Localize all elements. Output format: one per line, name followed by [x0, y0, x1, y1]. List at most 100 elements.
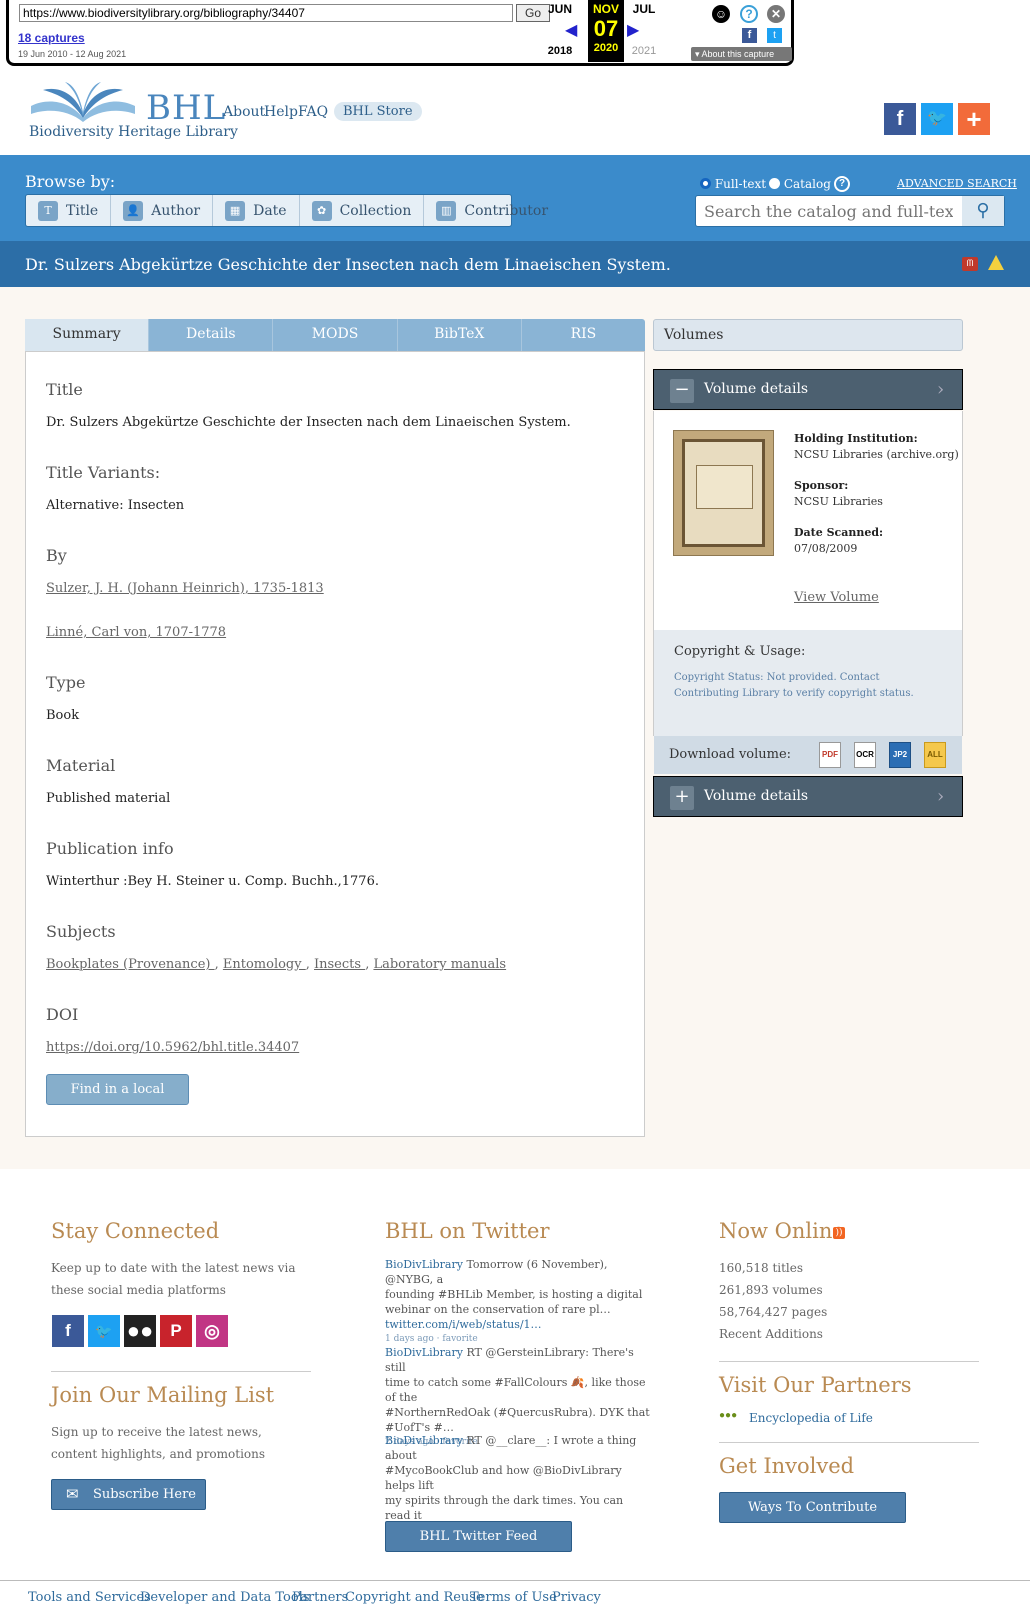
radio-full-text[interactable]: Full-text: [700, 177, 766, 191]
title-variants-value: Alternative: Insecten: [46, 498, 185, 513]
tweet-user-link[interactable]: BioDivLibrary: [385, 1346, 463, 1359]
instagram-icon[interactable]: ◎: [196, 1315, 228, 1347]
chevron-right-icon: ›: [937, 786, 945, 807]
twitter-icon[interactable]: 🐦: [921, 103, 953, 135]
browse-tab-date[interactable]: ▦ Date: [213, 195, 300, 226]
browse-tab-collection[interactable]: ✿ Collection: [300, 195, 425, 226]
tweet-status-link[interactable]: twitter.com/i/web/status/1…: [385, 1317, 650, 1332]
nav-faq[interactable]: FAQ: [298, 104, 328, 120]
browse-tab-title[interactable]: T Title: [26, 195, 112, 226]
expand-plus-icon[interactable]: +: [670, 786, 694, 810]
find-local-library-button[interactable]: Find in a local library: [46, 1074, 189, 1126]
bhl-logo-subtitle[interactable]: Biodiversity Heritage Library: [29, 124, 238, 140]
twitter-feed-button[interactable]: BHL Twitter Feed: [385, 1521, 572, 1552]
ocr-download-icon[interactable]: OCR: [854, 742, 876, 768]
user-icon[interactable]: ☺: [712, 5, 730, 23]
flickr-icon[interactable]: ●●: [124, 1315, 156, 1347]
now-online-heading: Now Online: [719, 1219, 845, 1243]
help-icon[interactable]: ?: [740, 5, 758, 23]
ways-to-contribute-button[interactable]: Ways To Contribute: [719, 1492, 906, 1523]
author-link-sulzer[interactable]: Sulzer, J. H. (Johann Heinrich), 1735-18…: [46, 581, 324, 596]
link-copyright-reuse[interactable]: Copyright and Reuse: [345, 1590, 484, 1605]
publication-info-label: Publication info: [46, 839, 174, 858]
pinterest-icon[interactable]: P: [160, 1315, 192, 1347]
sponsor-value: NCSU Libraries: [794, 495, 883, 508]
wayback-current-capture: NOV 07 2020: [588, 0, 624, 62]
tab-mods[interactable]: MODS: [273, 319, 398, 351]
date-scanned-value: 07/08/2009: [794, 542, 858, 555]
twitter-icon[interactable]: 🐦: [88, 1315, 120, 1347]
eol-link[interactable]: Encyclopedia of Life: [749, 1411, 873, 1425]
stay-connected-text: Keep up to date with the latest news via…: [51, 1261, 296, 1297]
addthis-plus-icon[interactable]: +: [958, 103, 990, 135]
subject-link-insects[interactable]: Insects: [314, 957, 365, 972]
volumes-header: Volumes: [653, 319, 963, 351]
tab-details[interactable]: Details: [149, 319, 274, 351]
facebook-icon[interactable]: f: [52, 1315, 84, 1347]
tab-summary[interactable]: Summary: [25, 319, 150, 351]
collapse-minus-icon[interactable]: −: [670, 379, 694, 403]
tweet-user-link[interactable]: BioDivLibrary: [385, 1434, 463, 1447]
link-tools-services[interactable]: Tools and Services: [28, 1590, 151, 1605]
subject-link-bookplates[interactable]: Bookplates (Provenance): [46, 957, 215, 972]
tab-ris[interactable]: RIS: [522, 319, 645, 351]
mailing-list-text: Sign up to receive the latest news, cont…: [51, 1425, 266, 1461]
volume-details-label: Volume details: [704, 788, 809, 804]
all-download-icon[interactable]: ALL: [924, 742, 946, 768]
bhl-logo-text[interactable]: BHL: [146, 88, 226, 128]
author-link-linne[interactable]: Linné, Carl von, 1707-1778: [46, 625, 226, 640]
link-partners[interactable]: Partners: [292, 1590, 348, 1605]
volume-details-expanded-bar[interactable]: − Volume details ›: [653, 369, 963, 410]
collection-icon: ✿: [311, 200, 332, 221]
link-privacy[interactable]: Privacy: [552, 1590, 601, 1605]
nav-bhl-store[interactable]: BHL Store: [334, 102, 422, 121]
view-volume-link[interactable]: View Volume: [794, 590, 879, 605]
browse-tab-author[interactable]: 👤 Author: [111, 195, 214, 226]
rss-icon[interactable]: )): [833, 1227, 845, 1239]
subscribe-button[interactable]: ✉ Subscribe Here: [51, 1479, 206, 1510]
facebook-icon[interactable]: f: [884, 103, 916, 135]
nav-help[interactable]: Help: [264, 104, 298, 120]
volume-cover-thumbnail[interactable]: [673, 430, 774, 556]
report-error-warning-icon[interactable]: [988, 255, 1004, 270]
twitter-share-icon[interactable]: t: [767, 28, 782, 43]
search-icon[interactable]: ⚲: [962, 196, 1004, 226]
copyright-section: Copyright & Usage: Copyright Status: Not…: [654, 630, 962, 736]
wayback-date-range: 19 Jun 2010 - 12 Aug 2021: [18, 49, 127, 59]
wayback-captures-link[interactable]: 18 captures: [18, 31, 85, 45]
pdf-download-icon[interactable]: PDF: [819, 742, 841, 768]
copyright-label: Copyright & Usage:: [674, 644, 806, 659]
link-developer-tools[interactable]: Developer and Data Tools: [140, 1590, 310, 1605]
recent-additions-link[interactable]: Recent Additions: [719, 1323, 823, 1345]
subject-link-laboratory-manuals[interactable]: Laboratory manuals: [373, 957, 506, 972]
wayback-prev-arrow-icon[interactable]: ◀: [565, 20, 577, 40]
wayback-cur-year: 2020: [593, 42, 619, 54]
tab-bibtex[interactable]: BibTeX: [398, 319, 522, 351]
wayback-next-month[interactable]: JUL: [626, 2, 662, 16]
subject-link-entomology[interactable]: Entomology: [223, 957, 306, 972]
browse-tab-contributor[interactable]: ▥ Contributor: [424, 195, 560, 226]
jp2-download-icon[interactable]: JP2: [889, 742, 911, 768]
divider: [719, 1442, 979, 1443]
nav-about[interactable]: About: [223, 104, 265, 120]
browse-label: Browse by:: [25, 172, 116, 191]
wayback-cur-month: NOV: [592, 2, 619, 16]
get-involved-heading: Get Involved: [719, 1454, 855, 1478]
tweet-user-link[interactable]: BioDivLibrary: [385, 1258, 463, 1271]
doi-link[interactable]: https://doi.org/10.5962/bhl.title.34407: [46, 1040, 299, 1055]
bhl-book-logo-icon[interactable]: [29, 80, 137, 122]
wayback-url-input[interactable]: [19, 4, 513, 22]
close-icon[interactable]: ✕: [767, 5, 785, 23]
radio-catalog[interactable]: Catalog: [769, 177, 831, 191]
wayback-next-arrow-icon[interactable]: ▶: [627, 20, 639, 40]
search-help-icon[interactable]: ?: [834, 176, 850, 192]
mendeley-icon[interactable]: ᗰ: [962, 257, 978, 271]
wayback-about-capture[interactable]: ▾ About this capture: [691, 47, 792, 61]
link-terms-of-use[interactable]: Terms of Use: [470, 1590, 557, 1605]
eol-logo-icon[interactable]: ●●●: [719, 1410, 745, 1424]
search-input[interactable]: [696, 196, 961, 226]
wayback-prev-month[interactable]: JUN: [542, 2, 578, 16]
volume-details-collapsed-bar[interactable]: + Volume details ›: [653, 776, 963, 817]
advanced-search-link[interactable]: ADVANCED SEARCH: [897, 177, 1017, 190]
facebook-share-icon[interactable]: f: [742, 28, 757, 43]
